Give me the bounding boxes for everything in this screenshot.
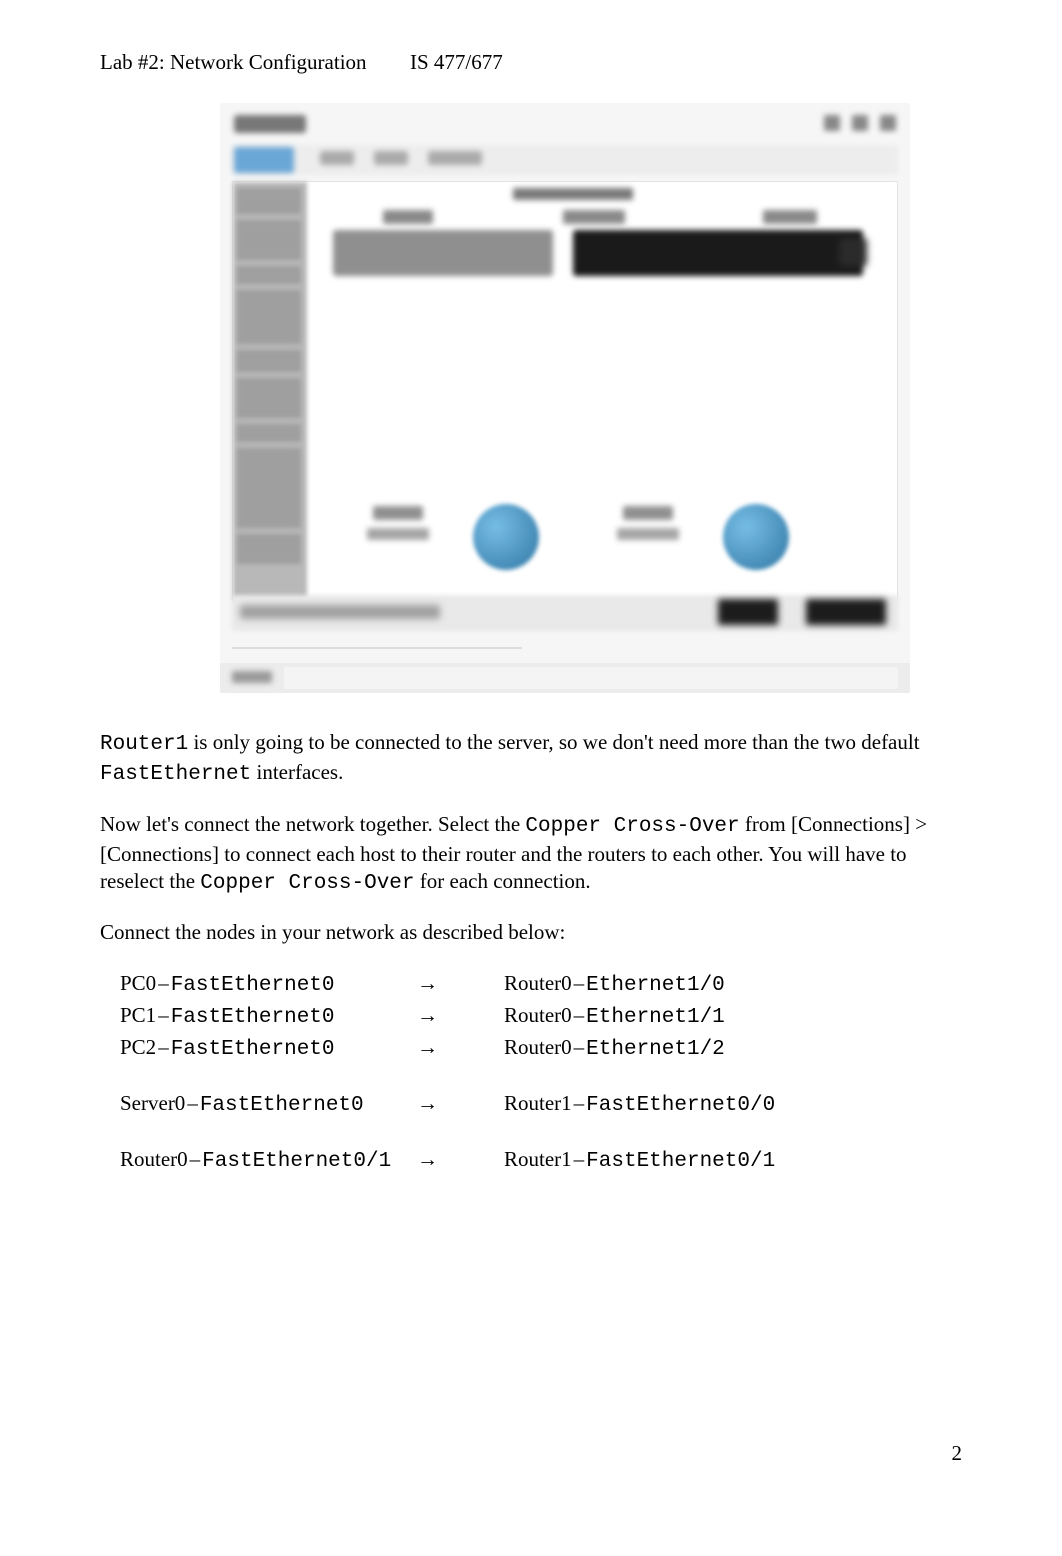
device: PC1 <box>120 1003 156 1027</box>
dash: – <box>156 1003 171 1027</box>
maximize-icon <box>852 115 868 131</box>
zoom-label-2 <box>623 506 673 520</box>
device: Router1 <box>504 1147 572 1171</box>
module-bar-left <box>333 230 553 276</box>
window-buttons <box>824 115 896 131</box>
dash: – <box>185 1091 200 1115</box>
arrow: → <box>417 970 502 1000</box>
screenshot-figure <box>220 103 932 693</box>
interface: Ethernet1/2 <box>586 1038 725 1061</box>
column-label-2 <box>563 210 625 224</box>
device: Router0 <box>504 971 572 995</box>
connection-table: PC0–FastEthernet0 → Router0–Ethernet1/0 … <box>118 968 777 1177</box>
zoom-label-1 <box>373 506 423 520</box>
port-icon <box>839 238 867 266</box>
interface: Ethernet1/1 <box>586 1006 725 1029</box>
p2-post: for each connection. <box>415 869 591 893</box>
bottom-bar <box>220 663 910 693</box>
window-title-placeholder <box>234 115 306 133</box>
body-text: Router1 is only going to be connected to… <box>100 729 962 1178</box>
table-row: Server0–FastEthernet0 → Router1–FastEthe… <box>120 1090 775 1120</box>
arrow: → <box>417 1002 502 1032</box>
active-tab <box>234 147 294 173</box>
p2-pre: Now let's connect the network together. … <box>100 812 525 836</box>
description-text <box>240 605 440 619</box>
p1-post: interfaces. <box>251 760 343 784</box>
page-container: Lab #2: Network Configuration IS 477/677 <box>0 0 1062 1556</box>
dash: – <box>572 1003 587 1027</box>
device: PC2 <box>120 1035 156 1059</box>
table-row: Router0–FastEthernet0/1 → Router1–FastEt… <box>120 1146 775 1176</box>
dash: – <box>188 1147 203 1171</box>
panel-caption <box>513 188 633 200</box>
zoom-controls <box>323 500 887 590</box>
bottom-track <box>284 667 898 689</box>
device: Router0 <box>120 1147 188 1171</box>
interface: FastEthernet0 <box>171 1038 335 1061</box>
arrow: → <box>417 1034 502 1064</box>
paragraph-2: Now let's connect the network together. … <box>100 811 962 898</box>
table-row: PC1–FastEthernet0 → Router0–Ethernet1/1 <box>120 1002 775 1032</box>
device: Router1 <box>504 1091 572 1115</box>
minimize-icon <box>824 115 840 131</box>
header-left: Lab #2: Network Configuration <box>100 50 410 75</box>
zoom-knob-2 <box>723 504 789 570</box>
dash: – <box>572 1091 587 1115</box>
paragraph-3: Connect the nodes in your network as des… <box>100 919 962 946</box>
interface: FastEthernet0 <box>200 1094 364 1117</box>
zoom-sub-2 <box>617 528 679 540</box>
interface: FastEthernet0/0 <box>586 1094 775 1117</box>
bottom-label <box>232 671 272 683</box>
module-bar-right <box>573 230 863 276</box>
device: Router0 <box>504 1003 572 1027</box>
table-row: PC2–FastEthernet0 → Router0–Ethernet1/2 <box>120 1034 775 1064</box>
device: Server0 <box>120 1091 185 1115</box>
dash: – <box>572 971 587 995</box>
inline-code: FastEthernet <box>100 763 251 786</box>
tab-labels <box>320 151 482 165</box>
dash: – <box>156 971 171 995</box>
interface: FastEthernet0 <box>171 974 335 997</box>
dash: – <box>572 1147 587 1171</box>
page-header: Lab #2: Network Configuration IS 477/677 <box>100 50 962 75</box>
interface: FastEthernet0 <box>171 1006 335 1029</box>
interface: FastEthernet0/1 <box>202 1150 391 1173</box>
screenshot-blurred <box>220 103 910 693</box>
dash: – <box>156 1035 171 1059</box>
header-right: IS 477/677 <box>410 50 503 75</box>
config-panel <box>232 181 898 601</box>
module-thumb-2 <box>806 599 886 625</box>
zoom-knob-1 <box>473 504 539 570</box>
close-icon <box>880 115 896 131</box>
device: Router0 <box>504 1035 572 1059</box>
inline-code: Router1 <box>100 733 188 756</box>
inline-code: Copper Cross-Over <box>525 815 739 838</box>
table-row: PC0–FastEthernet0 → Router0–Ethernet1/0 <box>120 970 775 1000</box>
dash: – <box>572 1035 587 1059</box>
column-label-3 <box>763 210 817 224</box>
module-thumb-1 <box>718 599 778 625</box>
zoom-sub-1 <box>367 528 429 540</box>
arrow: → <box>417 1090 502 1120</box>
divider-line <box>232 647 522 649</box>
page-number: 2 <box>952 1441 963 1466</box>
interface: Ethernet1/0 <box>586 974 725 997</box>
inline-code: Copper Cross-Over <box>200 872 414 895</box>
column-label-1 <box>383 210 433 224</box>
interface: FastEthernet0/1 <box>586 1150 775 1173</box>
description-bar <box>232 595 898 631</box>
p1-mid: is only going to be connected to the ser… <box>188 730 919 754</box>
sidebar-items <box>237 188 301 564</box>
paragraph-1: Router1 is only going to be connected to… <box>100 729 962 789</box>
arrow: → <box>417 1146 502 1176</box>
device: PC0 <box>120 971 156 995</box>
